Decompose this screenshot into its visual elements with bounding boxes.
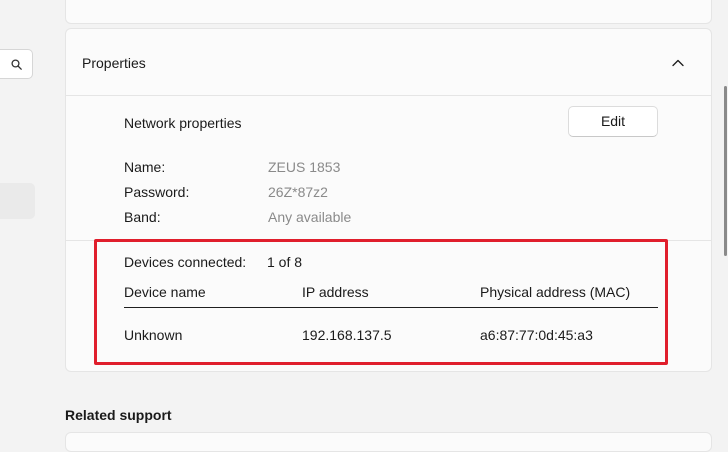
column-header-mac-address: Physical address (MAC)	[480, 284, 631, 300]
scrollbar-thumb[interactable]	[724, 86, 727, 256]
properties-title: Properties	[82, 55, 146, 71]
search-icon	[11, 59, 22, 70]
properties-card: Properties Network properties Edit Name:…	[65, 28, 712, 372]
chevron-up-icon[interactable]	[670, 55, 686, 71]
network-properties-title: Network properties	[124, 115, 242, 131]
properties-header[interactable]: Properties	[66, 29, 711, 96]
band-label: Band:	[124, 209, 161, 225]
mac-address-cell: a6:87:77:0d:45:a3	[480, 327, 593, 343]
related-support-card[interactable]	[65, 432, 712, 452]
band-value: Any available	[268, 209, 352, 225]
related-support-heading: Related support	[65, 407, 172, 423]
devices-connected-label: Devices connected:	[124, 254, 247, 270]
password-value: 26Z*87z2	[268, 184, 328, 200]
section-divider	[66, 240, 711, 241]
previous-settings-card	[65, 0, 712, 24]
password-label: Password:	[124, 184, 190, 200]
device-name-cell: Unknown	[124, 327, 183, 343]
column-header-device-name: Device name	[124, 284, 206, 300]
edit-button[interactable]: Edit	[568, 106, 658, 137]
name-value: ZEUS 1853	[268, 159, 341, 175]
devices-connected-count: 1 of 8	[267, 254, 303, 270]
column-header-ip-address: IP address	[302, 284, 369, 300]
search-box[interactable]	[0, 49, 33, 79]
table-header-divider	[124, 307, 658, 308]
nav-selected-item[interactable]	[0, 183, 35, 219]
ip-address-cell: 192.168.137.5	[302, 327, 392, 343]
name-label: Name:	[124, 159, 166, 175]
